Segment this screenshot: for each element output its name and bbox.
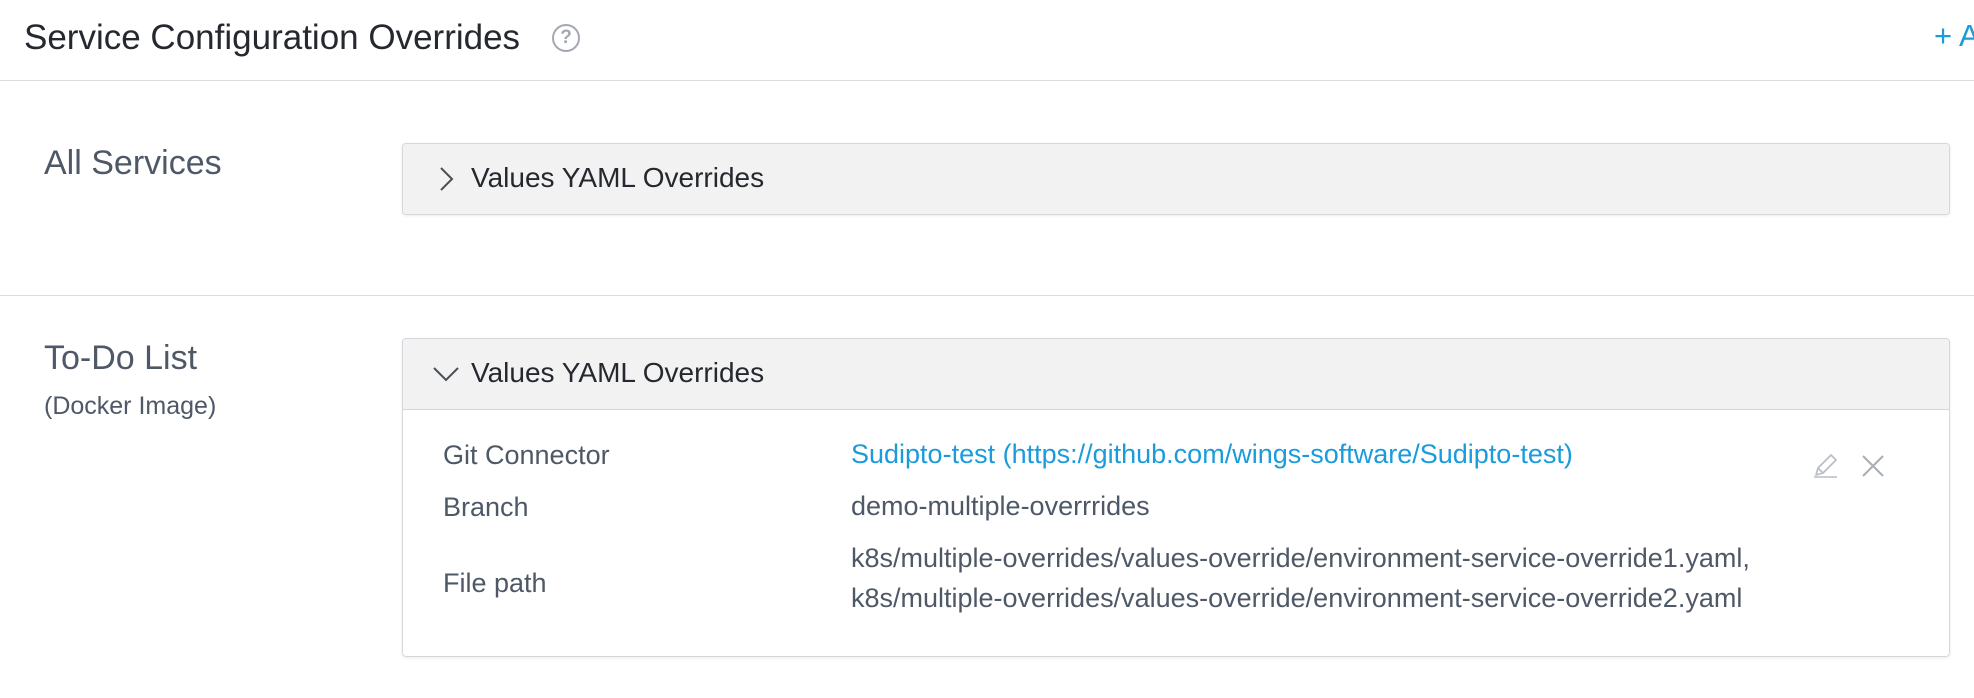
- branch-value: demo-multiple-overrrides: [851, 491, 1150, 521]
- panel-header-all-services[interactable]: Values YAML Overrides: [403, 144, 1949, 214]
- edit-icon[interactable]: [1811, 452, 1839, 480]
- chevron-down-icon: [433, 367, 459, 382]
- branch-label: Branch: [443, 492, 529, 522]
- chevron-right-icon: [440, 167, 454, 191]
- git-connector-link[interactable]: Sudipto-test (https://github.com/wings-s…: [851, 434, 1573, 474]
- section-title-all-services: All Services: [44, 144, 222, 182]
- section-subtitle-docker-image: (Docker Image): [44, 392, 217, 420]
- panel-label: Values YAML Overrides: [471, 162, 765, 193]
- add-override-link[interactable]: + A: [1934, 18, 1974, 54]
- panel-body: Git Connector Sudipto-test (https://gith…: [403, 409, 1949, 656]
- values-yaml-overrides-panel-todo-list: Values YAML Overrides Git Connector Sudi…: [402, 338, 1950, 657]
- file-path-value-1: k8s/multiple-overrides/values-override/e…: [851, 543, 1750, 573]
- section-divider: [0, 295, 1974, 296]
- section-title-todo-list: To-Do List: [44, 339, 198, 377]
- page-header: Service Configuration Overrides ? + A: [0, 0, 1974, 81]
- git-connector-label: Git Connector: [443, 440, 610, 470]
- page-title: Service Configuration Overrides: [24, 18, 521, 57]
- file-path-value-2: k8s/multiple-overrides/values-override/e…: [851, 583, 1743, 613]
- panel-header-todo-list[interactable]: Values YAML Overrides: [403, 339, 1949, 409]
- file-path-label: File path: [443, 568, 547, 598]
- delete-icon[interactable]: [1859, 452, 1887, 480]
- panel-label: Values YAML Overrides: [471, 357, 765, 388]
- help-icon[interactable]: ?: [552, 24, 580, 52]
- values-yaml-overrides-panel-all-services: Values YAML Overrides: [402, 143, 1950, 215]
